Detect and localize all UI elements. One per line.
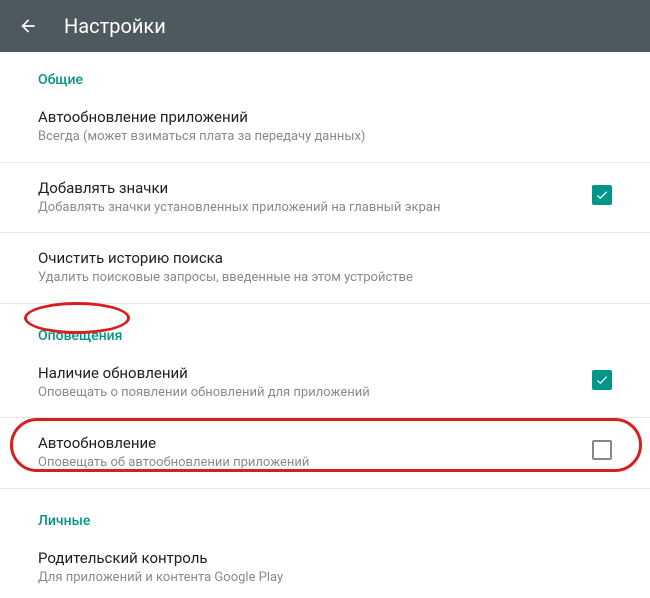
checkbox-auto-update-notify[interactable]	[592, 440, 612, 460]
item-parental-control[interactable]: Родительский контроль Для приложений и к…	[0, 537, 650, 598]
item-auto-update-apps[interactable]: Автообновление приложений Всегда (может …	[0, 96, 650, 158]
item-sub: Добавлять значки установленных приложени…	[38, 199, 572, 217]
item-title: Автообновление приложений	[38, 108, 612, 126]
appbar: Настройки	[0, 0, 650, 52]
item-clear-search[interactable]: Очистить историю поиска Удалить поисковы…	[0, 237, 650, 299]
item-title: Родительский контроль	[38, 549, 612, 567]
item-updates-available[interactable]: Наличие обновлений Оповещать о появлении…	[0, 352, 650, 414]
item-title: Очистить историю поиска	[38, 249, 612, 267]
item-sub: Удалить поисковые запросы, введенные на …	[38, 269, 612, 287]
item-sub: Оповещать об автообновлении приложений	[38, 454, 572, 472]
checkbox-add-icons[interactable]	[592, 185, 612, 205]
section-header-notifications: Оповещения	[0, 308, 160, 352]
checkbox-updates-available[interactable]	[592, 370, 612, 390]
section-header-general: Общие	[0, 52, 650, 96]
item-sub: Для приложений и контента Google Play	[38, 569, 612, 587]
item-text: Наличие обновлений Оповещать о появлении…	[38, 364, 572, 402]
item-control	[592, 370, 612, 390]
divider	[0, 417, 650, 418]
item-sub: Всегда (может взиматься плата за передач…	[38, 128, 612, 146]
item-title: Добавлять значки	[38, 179, 572, 197]
item-text: Автообновление Оповещать об автообновлен…	[38, 434, 572, 472]
divider	[0, 162, 650, 163]
appbar-title: Настройки	[64, 14, 166, 38]
item-text: Очистить историю поиска Удалить поисковы…	[38, 249, 612, 287]
item-sub: Оповещать о появлении обновлений для при…	[38, 384, 572, 402]
item-text: Родительский контроль Для приложений и к…	[38, 549, 612, 587]
item-auto-update-notify[interactable]: Автообновление Оповещать об автообновлен…	[0, 422, 650, 484]
item-text: Автообновление приложений Всегда (может …	[38, 108, 612, 146]
divider	[0, 303, 650, 304]
item-control	[592, 185, 612, 205]
item-title: Наличие обновлений	[38, 364, 572, 382]
settings-content: Общие Автообновление приложений Всегда (…	[0, 52, 650, 598]
item-title: Автообновление	[38, 434, 572, 452]
divider	[0, 232, 650, 233]
item-text: Добавлять значки Добавлять значки устано…	[38, 179, 572, 217]
item-add-icons[interactable]: Добавлять значки Добавлять значки устано…	[0, 167, 650, 229]
section-header-personal: Личные	[0, 493, 650, 537]
back-icon[interactable]	[16, 14, 40, 38]
item-control	[592, 440, 612, 460]
divider	[0, 488, 650, 489]
